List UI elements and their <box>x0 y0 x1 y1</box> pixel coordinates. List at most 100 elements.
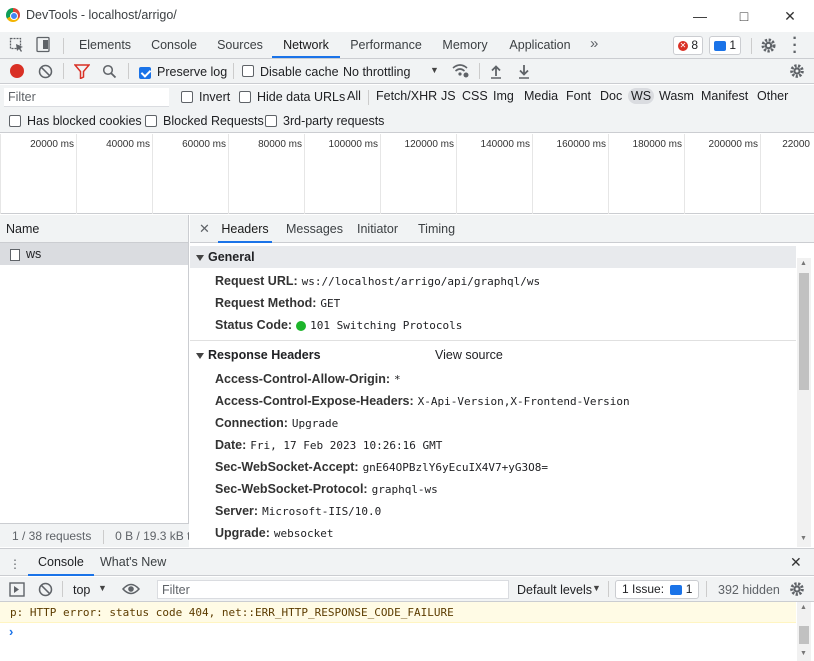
tab-initiator[interactable]: Initiator <box>357 215 398 243</box>
filter-type-other[interactable]: Other <box>757 89 788 103</box>
header-value[interactable]: 101 Switching Protocols <box>310 319 462 332</box>
header-value[interactable]: ws://localhost/arrigo/api/graphql/ws <box>302 275 540 288</box>
export-har-icon[interactable] <box>517 64 531 79</box>
scrollbar-thumb[interactable] <box>799 273 809 390</box>
context-selector[interactable]: top <box>73 583 90 597</box>
import-har-icon[interactable] <box>489 64 503 79</box>
minimize-icon[interactable]: — <box>690 6 710 26</box>
header-value[interactable]: * <box>394 373 401 386</box>
filter-type-font[interactable]: Font <box>566 89 591 103</box>
header-row: Sec-WebSocket-Protocol: graphql-ws <box>215 482 438 496</box>
clear-console-icon[interactable] <box>38 582 53 597</box>
console-prompt-icon[interactable]: › <box>9 624 13 639</box>
tab-drawer-console[interactable]: Console <box>28 549 94 576</box>
preserve-log-checkbox[interactable] <box>139 66 151 79</box>
table-row[interactable]: ws <box>0 243 188 265</box>
tab-elements[interactable]: Elements <box>74 32 136 58</box>
header-value[interactable]: websocket <box>274 527 334 540</box>
error-count-badge[interactable]: ✕ 8 <box>673 36 704 55</box>
tab-memory[interactable]: Memory <box>436 32 494 58</box>
header-value[interactable]: graphql-ws <box>372 483 438 496</box>
network-conditions-icon[interactable] <box>452 63 470 79</box>
network-settings-gear-icon[interactable] <box>789 63 805 79</box>
search-icon[interactable] <box>102 64 117 79</box>
view-source-link[interactable]: View source <box>435 348 503 362</box>
live-expression-eye-icon[interactable] <box>122 582 140 596</box>
filter-type-wasm[interactable]: Wasm <box>659 89 694 103</box>
tab-whats-new[interactable]: What's New <box>100 549 166 576</box>
close-detail-icon[interactable]: ✕ <box>199 221 210 237</box>
scroll-up-icon[interactable]: ▲ <box>800 604 807 611</box>
filter-type-manifest[interactable]: Manifest <box>701 89 748 103</box>
tab-application[interactable]: Application <box>504 32 576 58</box>
drawer-menu-icon[interactable]: ⋮ <box>9 557 21 571</box>
filter-input[interactable]: Filter <box>4 88 169 107</box>
header-value[interactable]: Microsoft-IIS/10.0 <box>262 505 381 518</box>
network-overview-timeline[interactable]: 20000 ms 40000 ms 60000 ms 80000 ms 1000… <box>0 134 814 214</box>
name-column-header[interactable]: Name <box>0 215 188 243</box>
header-value[interactable]: GET <box>320 297 340 310</box>
header-key: Server: <box>215 504 259 518</box>
log-levels-select[interactable]: Default levels <box>517 583 592 597</box>
record-icon[interactable] <box>10 64 24 78</box>
close-window-icon[interactable]: ✕ <box>780 6 800 26</box>
filter-funnel-icon[interactable] <box>74 64 90 79</box>
tab-timing[interactable]: Timing <box>418 215 455 243</box>
tab-sources[interactable]: Sources <box>211 32 269 58</box>
maximize-icon[interactable]: □ <box>734 6 754 26</box>
filter-type-all[interactable]: All <box>347 89 361 103</box>
third-party-checkbox[interactable] <box>265 115 277 127</box>
header-value[interactable]: Fri, 17 Feb 2023 10:26:16 GMT <box>250 439 442 452</box>
tab-network[interactable]: Network <box>272 32 340 58</box>
clear-icon[interactable] <box>38 64 53 79</box>
scroll-up-icon[interactable]: ▲ <box>800 260 807 267</box>
console-warning-message[interactable]: p: HTTP error: status code 404, net::ERR… <box>0 602 796 623</box>
header-value[interactable]: gnE64OPBzlY6yEcuIX4V7+yG3O8= <box>363 461 548 474</box>
scroll-down-icon[interactable]: ▼ <box>800 535 807 542</box>
console-scrollbar[interactable]: ▲ ▼ <box>797 602 811 661</box>
tab-performance[interactable]: Performance <box>346 32 426 58</box>
message-count-badge[interactable]: 1 <box>709 36 742 55</box>
scroll-down-icon[interactable]: ▼ <box>800 650 807 657</box>
issues-label: 1 Issue: <box>622 582 665 596</box>
invert-checkbox[interactable] <box>181 91 193 103</box>
filter-type-doc[interactable]: Doc <box>600 89 622 103</box>
filter-type-fetch-xhr[interactable]: Fetch/XHR <box>376 89 437 103</box>
blocked-requests-checkbox[interactable] <box>145 115 157 127</box>
more-tabs-icon[interactable]: » <box>590 35 598 52</box>
settings-gear-icon[interactable] <box>760 37 777 54</box>
disable-cache-checkbox[interactable] <box>242 65 254 77</box>
kebab-menu-icon[interactable]: · · · <box>792 31 798 61</box>
header-value[interactable]: X-Api-Version,X-Frontend-Version <box>418 395 630 408</box>
tab-messages[interactable]: Messages <box>286 215 343 243</box>
show-sidebar-icon[interactable] <box>9 582 25 597</box>
header-value[interactable]: Upgrade <box>292 417 338 430</box>
chevron-down-icon[interactable]: ▼ <box>592 583 601 593</box>
header-row: Upgrade: websocket <box>215 526 333 540</box>
tab-console[interactable]: Console <box>144 32 204 58</box>
issue-message-icon <box>670 584 683 595</box>
device-toolbar-icon[interactable] <box>35 36 51 54</box>
throttling-select[interactable]: No throttling <box>343 65 410 79</box>
chevron-down-icon[interactable]: ▼ <box>430 65 439 75</box>
tab-headers[interactable]: Headers <box>218 215 272 243</box>
filter-type-media[interactable]: Media <box>524 89 558 103</box>
hide-data-urls-checkbox[interactable] <box>239 91 251 103</box>
timeline-tick-label: 40000 ms <box>106 139 150 150</box>
detail-scrollbar[interactable]: ▲ ▼ <box>797 258 811 547</box>
filter-type-img[interactable]: Img <box>493 89 514 103</box>
issues-counter[interactable]: 1 Issue: 1 <box>615 580 700 599</box>
chevron-down-icon[interactable]: ▼ <box>98 583 107 593</box>
general-section-header[interactable]: General <box>190 246 796 268</box>
issues-count: 1 <box>685 582 693 596</box>
console-filter-input[interactable]: Filter <box>157 580 509 599</box>
response-headers-section-header[interactable]: Response Headers <box>196 348 321 362</box>
filter-type-js[interactable]: JS <box>441 89 456 103</box>
inspect-element-icon[interactable] <box>9 37 25 53</box>
filter-type-ws[interactable]: WS <box>628 88 655 104</box>
has-blocked-cookies-checkbox[interactable] <box>9 115 21 127</box>
filter-type-css[interactable]: CSS <box>462 89 488 103</box>
scrollbar-thumb[interactable] <box>799 626 809 644</box>
console-settings-gear-icon[interactable] <box>789 581 805 597</box>
close-drawer-icon[interactable]: ✕ <box>790 554 802 571</box>
